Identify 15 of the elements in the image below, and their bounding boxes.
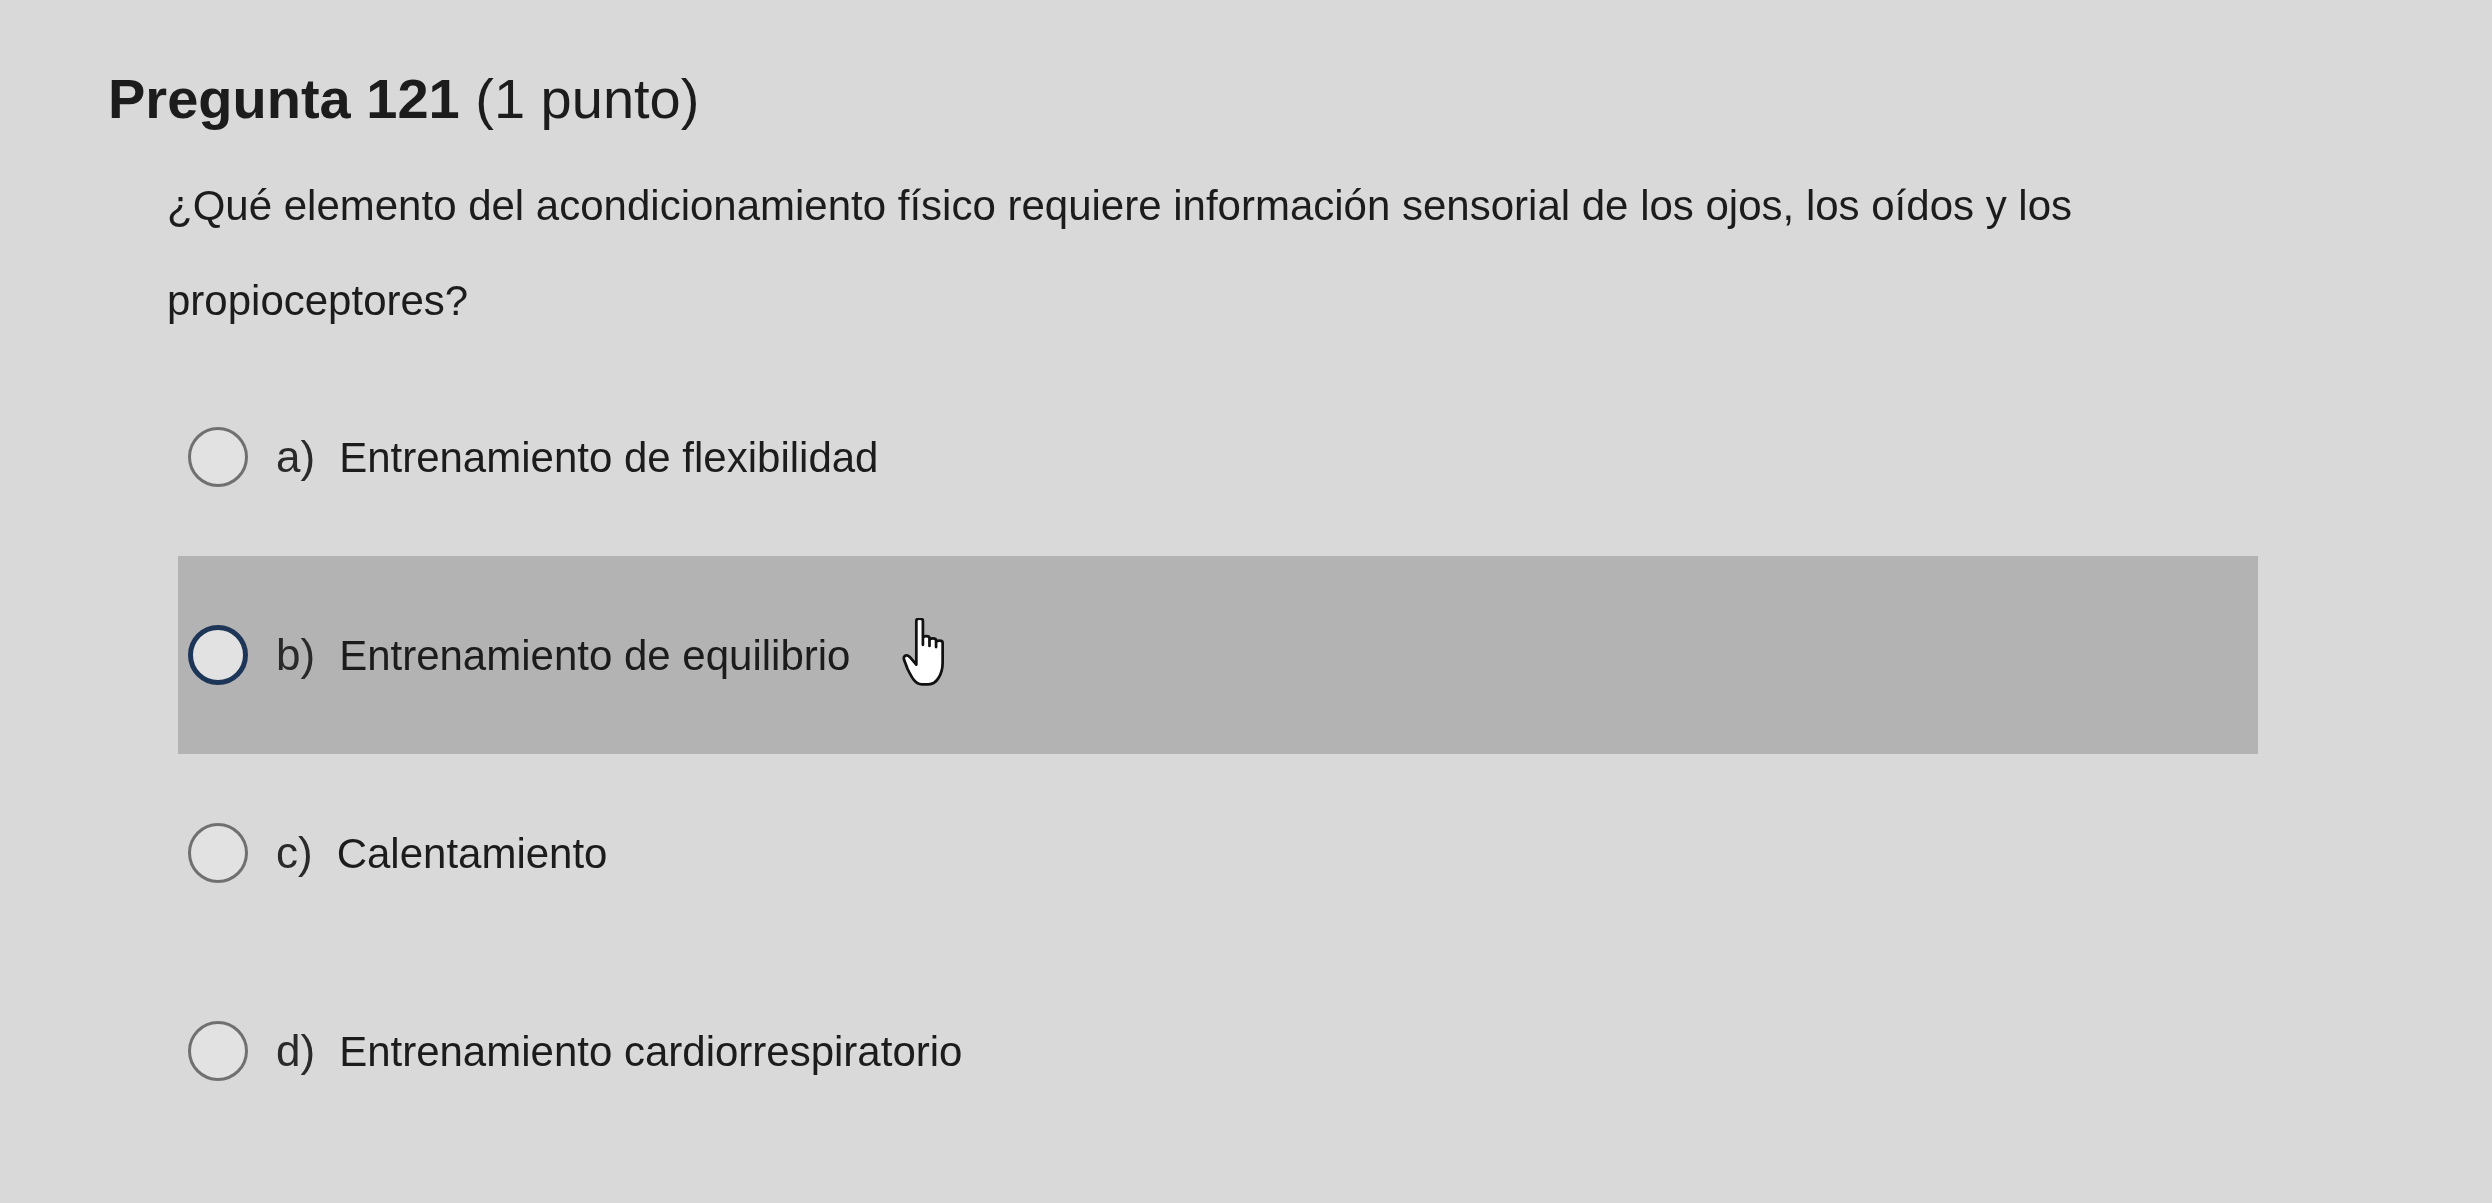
option-label[interactable]: Entrenamiento de equilibrio (339, 623, 851, 687)
question-title: Pregunta 121 (1 punto) (108, 66, 700, 132)
option-letter: b) (276, 629, 316, 681)
option-label[interactable]: Entrenamiento cardiorrespiratorio (339, 1019, 963, 1083)
option-label[interactable]: Entrenamiento de flexibilidad (339, 425, 879, 489)
option-letter: d) (276, 1025, 316, 1077)
option-letter: c) (276, 827, 313, 879)
radio-button[interactable] (188, 427, 248, 487)
option-letter: a) (276, 431, 316, 483)
radio-button[interactable] (188, 1021, 248, 1081)
question-text: ¿Qué elemento del acondicionamiento físico requiere información sensorial de los ojos, los oídos y los propioceptores? (167, 181, 2073, 326)
radio-button[interactable] (188, 823, 248, 883)
option-highlight[interactable]: b) Entrenamiento de equilibrio (178, 556, 2258, 754)
radio-button[interactable] (188, 625, 248, 685)
option-label[interactable]: Calentamiento (336, 821, 608, 885)
